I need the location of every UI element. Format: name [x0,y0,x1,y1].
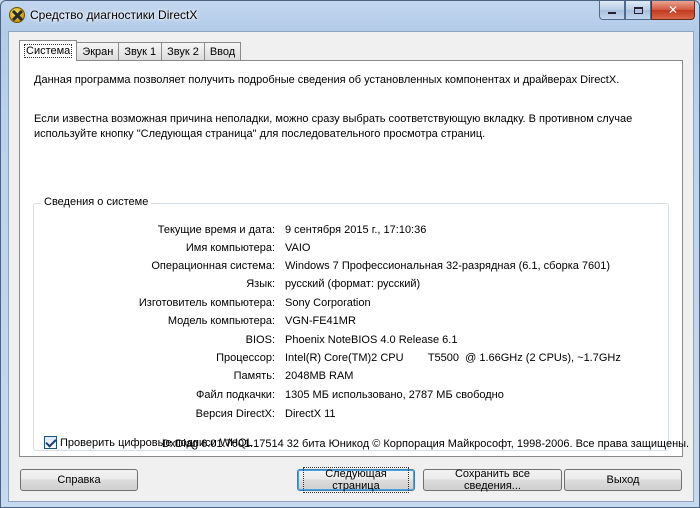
system-tab-panel: Данная программа позволяет получить подр… [19,60,689,457]
info-row-pagefile: Файл подкачки: 1305 МБ использовано, 278… [34,389,670,405]
info-row-language: Язык: русский (формат: русский) [34,278,670,294]
dxdiag-window: Средство диагностики DirectX ✕ Система Э… [0,0,700,508]
tab-sound-1[interactable]: Звук 1 [118,42,163,60]
info-row-model: Модель компьютера: VGN-FE41MR [34,315,670,331]
group-title: Сведения о системе [41,196,152,208]
title-bar[interactable]: Средство диагностики DirectX ✕ [1,1,699,31]
info-value: Sony Corporation [285,297,371,309]
info-value: Phoenix NoteBIOS 4.0 Release 6.1 [285,334,458,346]
close-icon: ✕ [667,3,679,17]
info-row-computer-name: Имя компьютера: VAIO [34,242,670,258]
next-page-button-label: Следующая страница [303,467,409,493]
tab-input[interactable]: Ввод [203,42,242,60]
directx-app-icon [9,7,25,23]
info-label: Файл подкачки: [195,389,275,401]
info-label: Текущие время и дата: [157,224,275,236]
exit-button[interactable]: Выход [564,469,682,491]
info-label: Операционная система: [151,260,275,272]
minimize-button[interactable] [599,1,625,20]
caption-buttons: ✕ [599,1,695,21]
info-value: Windows 7 Профессиональная 32-разрядная … [285,260,611,272]
tab-label: Экран [82,45,114,58]
info-label: Процессор: [216,352,275,364]
next-page-button[interactable]: Следующая страница [297,467,415,493]
info-label: Память: [233,370,275,382]
info-value: 2048MB RAM [285,370,354,382]
help-button[interactable]: Справка [20,469,138,491]
info-value: VAIO [285,242,311,254]
info-value: Intel(R) Core(TM)2 CPU T5500 @ 1.66GHz (… [285,352,621,364]
info-row-processor: Процессор: Intel(R) Core(TM)2 CPU T5500 … [34,352,670,368]
tab-label: Ввод [209,45,236,58]
info-label: Изготовитель компьютера: [138,297,275,309]
client-area: Система Экран Звук 1 Звук 2 Ввод Данная … [8,31,694,502]
minimize-icon [608,11,616,14]
info-label: Язык: [246,278,275,290]
maximize-icon [633,6,643,14]
intro-text: Данная программа позволяет получить подр… [34,74,620,86]
intro-hint-text: Если известна возможная причина неполадк… [34,113,633,140]
tab-display[interactable]: Экран [76,42,120,60]
tab-sound-2[interactable]: Звук 2 [161,42,205,60]
info-row-manufacturer: Изготовитель компьютера: Sony Corporatio… [34,297,670,313]
tab-strip: Система Экран Звук 1 Звук 2 Ввод [19,40,242,61]
save-all-info-button-label: Сохранить все сведения... [454,468,531,492]
info-label: Версия DirectX: [195,408,275,420]
tab-system[interactable]: Система [19,40,78,61]
info-value: русский (формат: русский) [285,278,421,290]
system-info-group: Сведения о системе Текущие время и дата:… [33,196,670,451]
info-row-bios: BIOS: Phoenix NoteBIOS 4.0 Release 6.1 [34,334,670,350]
info-row-directx-version: Версия DirectX: DirectX 11 [34,408,670,424]
info-row-datetime: Текущие время и дата: 9 сентября 2015 г.… [34,224,670,240]
help-button-label: Справка [57,474,101,486]
info-value: VGN-FE41MR [285,315,356,327]
tab-label: Система [23,44,73,58]
info-label: BIOS: [245,334,275,346]
info-value: 9 сентября 2015 г., 17:10:36 [285,224,427,236]
info-value: 1305 МБ использовано, 2787 МБ свободно [285,389,504,401]
maximize-button[interactable] [625,1,651,20]
window-title: Средство диагностики DirectX [30,8,198,22]
info-row-os: Операционная система: Windows 7 Професси… [34,260,670,276]
tab-label: Звук 2 [167,45,199,58]
info-label: Модель компьютера: [167,315,275,327]
info-value: DirectX 11 [285,408,336,420]
save-all-info-button[interactable]: Сохранить все сведения... [423,468,562,492]
info-label: Имя компьютера: [185,242,275,254]
whql-checkbox[interactable] [44,436,57,449]
tab-label: Звук 1 [124,45,157,58]
close-button[interactable]: ✕ [651,1,695,20]
version-copyright-text: DxDiag 6.01.7601.17514 32 бита Юникод © … [162,438,690,450]
exit-button-label: Выход [606,474,640,486]
info-row-memory: Память: 2048MB RAM [34,370,670,386]
